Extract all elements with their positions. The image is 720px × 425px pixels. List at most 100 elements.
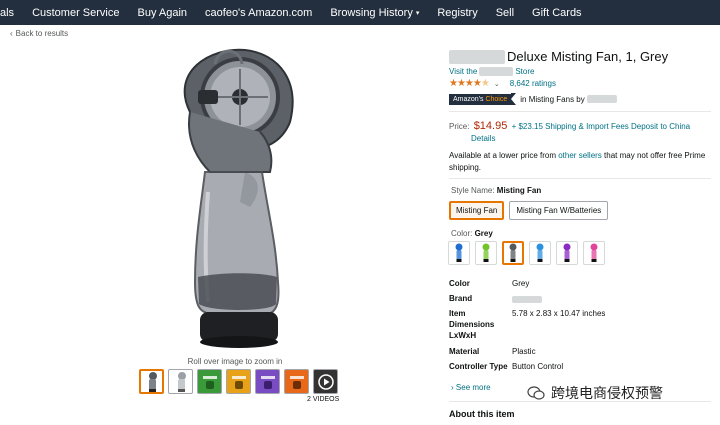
color-label-prefix: Color: (451, 229, 475, 238)
fan-swatch-icon (536, 243, 544, 262)
play-icon (317, 373, 334, 390)
nav-item-user-amazon[interactable]: caofeo's Amazon.com (196, 7, 321, 19)
ratings-count-link[interactable]: 8,642 ratings (510, 79, 556, 88)
chevron-down-icon[interactable]: ⌄ (494, 80, 500, 88)
nav-item-customer-service[interactable]: Customer Service (23, 7, 128, 19)
thumbnail-6[interactable] (284, 369, 309, 394)
star-rating-icon[interactable]: ★★★★★ (449, 78, 490, 89)
main-product-image[interactable] (150, 42, 310, 354)
visit-store-link[interactable]: Visit the Store (449, 67, 534, 76)
price-value: $14.95 (473, 120, 508, 132)
spec-value: Grey (512, 279, 530, 288)
swatch-pink[interactable] (583, 241, 605, 265)
spec-value: Button Control (512, 362, 564, 371)
nav-item-browsing-history[interactable]: Browsing History ▾ (321, 7, 428, 19)
nav-item-buy-again[interactable]: Buy Again (128, 7, 196, 19)
amazons-choice-badge: Amazon's Choice (449, 93, 512, 105)
chevron-down-icon: ▾ (415, 9, 420, 17)
spec-value: 5.78 x 2.83 x 10.47 inches (512, 309, 606, 318)
fan-swatch-icon (509, 243, 517, 262)
store-suffix: Store (515, 67, 535, 76)
wechat-icon (527, 386, 545, 400)
redacted-brand (449, 49, 505, 64)
spec-key: Material (449, 347, 480, 356)
spec-key: Brand (449, 294, 473, 303)
color-label: Color: Grey (451, 229, 493, 238)
fan-swatch-icon (482, 243, 490, 262)
choice-badge-prefix: Amazon's (453, 95, 486, 103)
info-graphic-icon (231, 375, 246, 389)
avail-text-1: Available at a lower price from (449, 151, 559, 160)
redacted-seller (586, 95, 617, 103)
thumbnail-4[interactable] (226, 369, 251, 394)
spec-key: Item Dimensions LxWxH (449, 309, 495, 340)
chevron-right-icon: › (451, 383, 454, 392)
watermark: 跨境电商侵权预警 (527, 383, 663, 403)
fan-swatch-icon (563, 243, 571, 262)
thumbnail-2[interactable] (168, 369, 193, 394)
amazons-choice-row: Amazon's Choice in Misting Fans by (449, 93, 617, 105)
details-link[interactable]: Details (471, 134, 495, 143)
nav-item-gift-cards[interactable]: Gift Cards (523, 7, 591, 19)
chevron-left-icon: ‹ (10, 29, 13, 38)
top-nav: als Customer Service Buy Again caofeo's … (0, 0, 720, 25)
swatch-purple[interactable] (556, 241, 578, 265)
info-graphic-icon (289, 375, 304, 389)
about-this-item-heading: About this item (449, 409, 515, 419)
divider (449, 178, 711, 179)
price-row: Price: $14.95 + $23.15 Shipping & Import… (449, 120, 711, 145)
choice-category-text: in Misting Fans by (520, 94, 585, 104)
color-selected-value: Grey (474, 229, 493, 238)
fan-thumbnail-icon (177, 371, 186, 392)
swatch-light-blue[interactable] (529, 241, 551, 265)
back-link-label: Back to results (15, 29, 69, 38)
nav-item-deals[interactable]: als (0, 7, 23, 19)
back-to-results-link[interactable]: ‹ Back to results (10, 29, 68, 38)
style-option-misting-fan-batteries[interactable]: Misting Fan W/Batteries (509, 201, 609, 220)
swatch-grey[interactable] (502, 241, 524, 265)
thumbnail-1[interactable] (139, 369, 164, 394)
see-more-label: See more (455, 383, 491, 392)
spec-value: Plastic (512, 347, 536, 356)
style-name-label: Style Name: Misting Fan (451, 186, 541, 195)
availability-note: Available at a lower price from other se… (449, 150, 711, 174)
fan-swatch-icon (590, 243, 598, 262)
fan-thumbnail-icon (148, 371, 157, 392)
info-graphic-icon (202, 375, 217, 389)
style-options: Misting Fan Misting Fan W/Batteries (449, 201, 609, 220)
thumbnail-video[interactable] (313, 369, 338, 394)
style-label-prefix: Style Name: (451, 186, 497, 195)
rating-row: ★★★★★ ⌄ 8,642 ratings (449, 78, 556, 89)
other-sellers-link[interactable]: other sellers (558, 151, 602, 160)
spec-key: Controller Type (449, 362, 508, 371)
redacted-brand-value (512, 296, 542, 304)
style-selected-value: Misting Fan (496, 186, 542, 195)
see-more-link[interactable]: › See more (451, 383, 491, 392)
nav-item-sell[interactable]: Sell (487, 7, 523, 19)
thumbnail-5[interactable] (255, 369, 280, 394)
spec-value-redacted (512, 293, 712, 304)
style-option-misting-fan[interactable]: Misting Fan (449, 201, 505, 220)
nav-item-registry[interactable]: Registry (428, 7, 486, 19)
product-title: Deluxe Misting Fan, 1, Grey (449, 49, 668, 64)
info-graphic-icon (260, 375, 275, 389)
redacted-store-name (479, 67, 514, 76)
color-swatches (448, 241, 605, 265)
choice-badge-highlight: Choice (485, 95, 508, 103)
fan-swatch-icon (455, 243, 463, 262)
watermark-text: 跨境电商侵权预警 (551, 385, 663, 401)
price-label: Price: (449, 122, 470, 131)
zoom-hint: Roll over image to zoom in (187, 357, 283, 366)
swatch-blue[interactable] (448, 241, 470, 265)
thumbnail-strip (139, 369, 338, 394)
thumbnail-3[interactable] (197, 369, 222, 394)
badge-notch (511, 93, 517, 105)
browsing-history-label: Browsing History (330, 6, 413, 19)
swatch-green[interactable] (475, 241, 497, 265)
product-title-text: Deluxe Misting Fan, 1, Grey (507, 49, 669, 64)
videos-count-label: 2 VIDEOS (307, 396, 340, 403)
shipping-fees: + $23.15 Shipping & Import Fees Deposit … (511, 122, 691, 131)
store-prefix: Visit the (449, 67, 478, 76)
divider (449, 111, 711, 112)
spec-key: Color (449, 279, 470, 288)
